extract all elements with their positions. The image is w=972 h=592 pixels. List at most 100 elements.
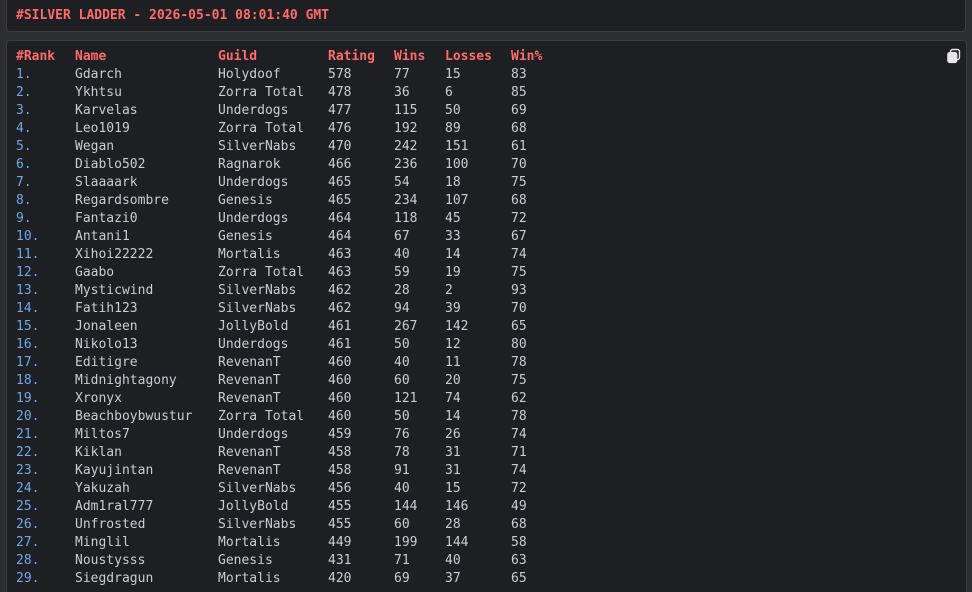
column-header-name: Name: [75, 49, 107, 64]
wins-cell: 77: [394, 67, 410, 82]
wins-cell: 118: [394, 211, 418, 226]
wins-cell: 78: [394, 445, 410, 460]
table-row: 2. Ykhtsu Zorra Total 478 36 6 85: [16, 84, 561, 102]
player-name-cell: Diablo502: [75, 157, 146, 172]
rank-cell: 5.: [16, 139, 32, 154]
wins-cell: 67: [394, 229, 410, 244]
rating-cell: 460: [328, 391, 352, 406]
wins-cell: 60: [394, 517, 410, 532]
player-name-cell: Antani1: [75, 229, 130, 244]
win-percent-cell: 93: [511, 283, 527, 298]
win-percent-cell: 70: [511, 301, 527, 316]
rating-cell: 477: [328, 103, 352, 118]
rating-cell: 420: [328, 571, 352, 586]
rating-cell: 431: [328, 553, 352, 568]
losses-cell: 33: [445, 229, 461, 244]
losses-cell: 31: [445, 463, 461, 478]
player-name-cell: Siegdragun: [75, 571, 154, 586]
losses-cell: 14: [445, 409, 461, 424]
rating-cell: 458: [328, 445, 352, 460]
win-percent-cell: 75: [511, 265, 527, 280]
rating-cell: 464: [328, 211, 352, 226]
ladder-title: #SILVER LADDER - 2026-05-01 08:01:40 GMT: [16, 8, 330, 23]
player-name-cell: Fatih123: [75, 301, 138, 316]
rating-cell: 455: [328, 517, 352, 532]
losses-cell: 11: [445, 355, 461, 370]
win-percent-cell: 83: [511, 67, 527, 82]
rank-cell: 13.: [16, 283, 40, 298]
losses-cell: 146: [445, 499, 469, 514]
rank-cell: 14.: [16, 301, 40, 316]
losses-cell: 28: [445, 517, 461, 532]
player-name-cell: Yakuzah: [75, 481, 130, 496]
table-row: 18. Midnightagony RevenanT 460 60 20 75: [16, 372, 561, 390]
table-row: 21. Miltos7 Underdogs 459 76 26 74: [16, 426, 561, 444]
rank-cell: 21.: [16, 427, 40, 442]
rank-cell: 20.: [16, 409, 40, 424]
table-row: 19. Xronyx RevenanT 460 121 74 62: [16, 390, 561, 408]
player-name-cell: Xronyx: [75, 391, 122, 406]
wins-cell: 71: [394, 553, 410, 568]
losses-cell: 18: [445, 175, 461, 190]
player-name-cell: Slaaaark: [75, 175, 138, 190]
guild-cell: JollyBold: [218, 319, 289, 334]
copy-icon[interactable]: [946, 48, 962, 64]
rank-cell: 28.: [16, 553, 40, 568]
column-header-losses: Losses: [445, 49, 492, 64]
player-name-cell: Adm1ral777: [75, 499, 154, 514]
losses-cell: 15: [445, 67, 461, 82]
guild-cell: RevenanT: [218, 463, 281, 478]
column-header-rating: Rating: [328, 49, 375, 64]
wins-cell: 40: [394, 481, 410, 496]
losses-cell: 19: [445, 265, 461, 280]
player-name-cell: Mysticwind: [75, 283, 154, 298]
player-name-cell: Jonaleen: [75, 319, 138, 334]
guild-cell: SilverNabs: [218, 139, 297, 154]
losses-cell: 2: [445, 283, 453, 298]
wins-cell: 69: [394, 571, 410, 586]
table-row: 1. Gdarch Holydoof 578 77 15 83: [16, 66, 561, 84]
win-percent-cell: 58: [511, 535, 527, 550]
guild-cell: RevenanT: [218, 373, 281, 388]
table-row: 11. Xihoi22222 Mortalis 463 40 14 74: [16, 246, 561, 264]
losses-cell: 100: [445, 157, 469, 172]
guild-cell: Zorra Total: [218, 265, 305, 280]
player-name-cell: Midnightagony: [75, 373, 177, 388]
player-name-cell: Karvelas: [75, 103, 138, 118]
ladder-code-block: #Rank Name Guild Rating Wins Losses Win%…: [6, 40, 967, 592]
guild-cell: Genesis: [218, 553, 273, 568]
rank-cell: 18.: [16, 373, 40, 388]
table-row: 16. Nikolo13 Underdogs 461 50 12 80: [16, 336, 561, 354]
win-percent-cell: 72: [511, 481, 527, 496]
wins-cell: 59: [394, 265, 410, 280]
rank-cell: 8.: [16, 193, 32, 208]
rating-cell: 461: [328, 337, 352, 352]
rank-cell: 1.: [16, 67, 32, 82]
rating-cell: 462: [328, 301, 352, 316]
win-percent-cell: 71: [511, 445, 527, 460]
table-row: 20. Beachboybwustur Zorra Total 460 50 14 78: [16, 408, 561, 426]
guild-cell: Zorra Total: [218, 85, 305, 100]
wins-cell: 115: [394, 103, 418, 118]
table-header-row: #Rank Name Guild Rating Wins Losses Win%: [16, 48, 561, 66]
win-percent-cell: 74: [511, 463, 527, 478]
guild-cell: SilverNabs: [218, 283, 297, 298]
guild-cell: Mortalis: [218, 247, 281, 262]
table-row: 27. Minglil Mortalis 449 199 144 58: [16, 534, 561, 552]
rating-cell: 466: [328, 157, 352, 172]
rating-cell: 455: [328, 499, 352, 514]
wins-cell: 50: [394, 337, 410, 352]
win-percent-cell: 78: [511, 409, 527, 424]
column-header-guild: Guild: [218, 49, 258, 64]
table-row: 15. Jonaleen JollyBold 461 267 142 65: [16, 318, 561, 336]
table-row: 17. Editigre RevenanT 460 40 11 78: [16, 354, 561, 372]
losses-cell: 144: [445, 535, 469, 550]
rank-cell: 16.: [16, 337, 40, 352]
losses-cell: 37: [445, 571, 461, 586]
wins-cell: 91: [394, 463, 410, 478]
wins-cell: 199: [394, 535, 418, 550]
guild-cell: SilverNabs: [218, 481, 297, 496]
wins-cell: 54: [394, 175, 410, 190]
table-row: 4. Leo1019 Zorra Total 476 192 89 68: [16, 120, 561, 138]
guild-cell: Underdogs: [218, 337, 289, 352]
